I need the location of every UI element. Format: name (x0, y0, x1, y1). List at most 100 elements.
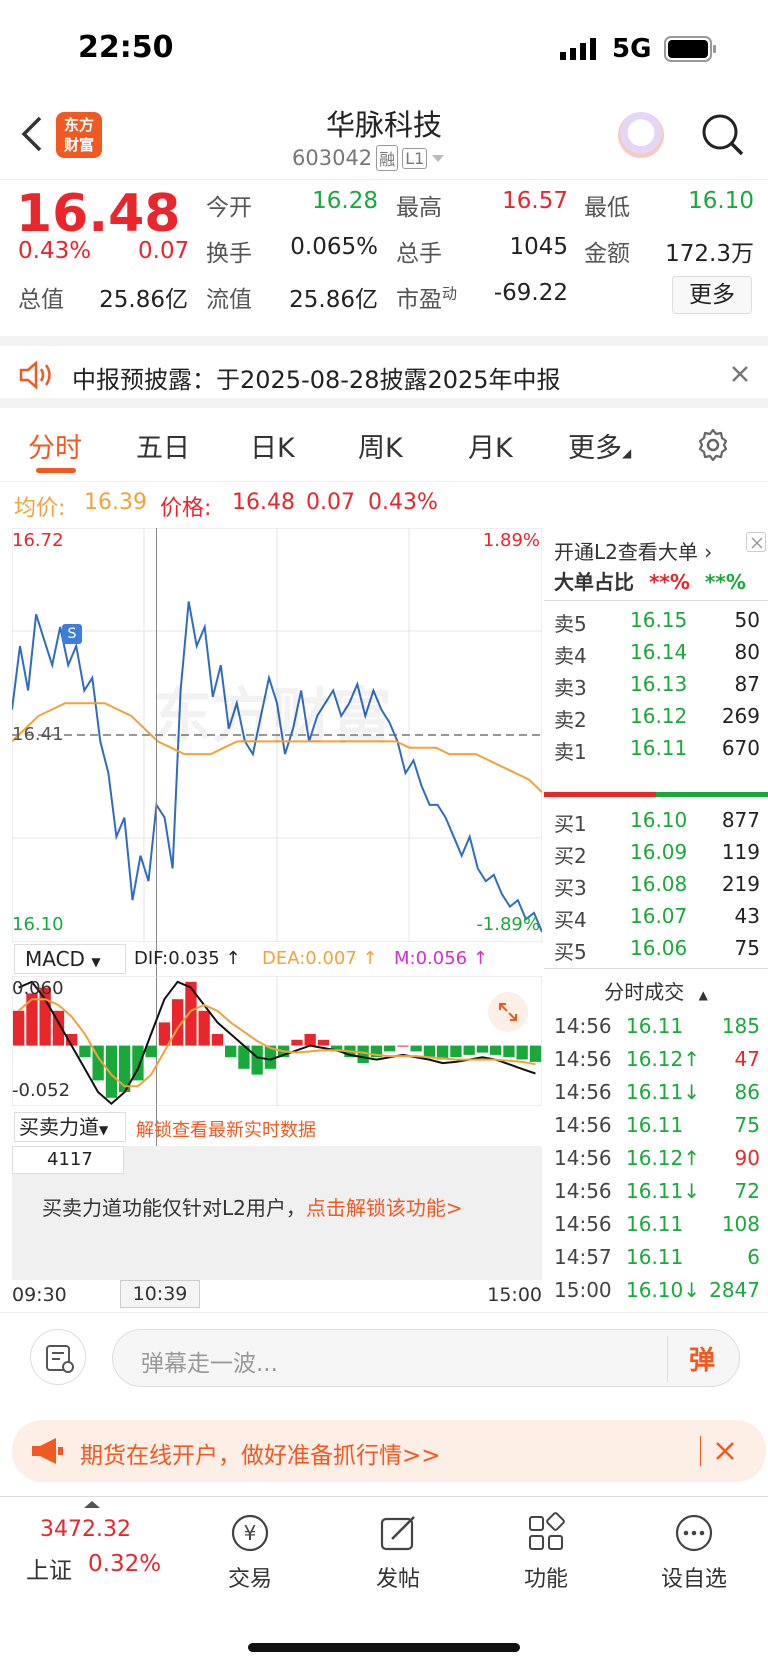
cursor-info: 均价: 16.39 价格: 16.48 0.07 0.43% (0, 484, 768, 524)
buy-label: 买4 (554, 908, 587, 932)
dea-value: DEA:0.007 ↑ (262, 948, 378, 969)
macd-select[interactable]: MACD ▼ (14, 944, 126, 974)
power-select[interactable]: 买卖力道▼ (14, 1112, 126, 1142)
danmu-input[interactable]: 弹幕走一波... 弹 (112, 1329, 740, 1387)
tick-price: 16.12↑ (626, 1146, 701, 1170)
order-book-divider-top (544, 600, 768, 601)
close-icon[interactable] (728, 362, 752, 386)
buy-price: 16.08 (630, 872, 688, 896)
sell-price: 16.14 (630, 640, 688, 664)
function-button[interactable]: 功能 (486, 1511, 606, 1593)
tick-volume: 90 (734, 1146, 760, 1170)
trade-button[interactable]: ¥ 交易 (190, 1511, 310, 1593)
tick-time: 14:56 (554, 1179, 612, 1203)
l2-title[interactable]: 开通L2查看大单 › (554, 536, 712, 565)
grid-icon (529, 1512, 565, 1550)
tab-monthly-k[interactable]: 月K (468, 426, 513, 465)
sell-label: 卖2 (554, 708, 587, 732)
tick-time: 15:00 (554, 1278, 612, 1302)
watchlist-button[interactable]: 设自选 (634, 1511, 754, 1593)
macd-histogram-bar (384, 1045, 396, 1052)
tick-row: 14:56 16.12↑ 90 (544, 1144, 768, 1176)
pe-label-text: 市盈 (396, 287, 442, 313)
dif-value: DIF:0.035 ↑ (134, 948, 241, 969)
megaphone-icon (30, 1436, 66, 1466)
buy-price: 16.10 (630, 808, 688, 832)
low-label: 最低 (584, 195, 630, 221)
macd-histogram-bar (503, 1045, 515, 1058)
macd-histogram-bar (13, 1010, 25, 1046)
intraday-chart[interactable]: 东方财富 16.72 1.89% 16.41 16.10 -1.89% S (11, 527, 543, 1288)
tick-row: 14:56 16.11 75 (544, 1111, 768, 1143)
signal-marker-icon[interactable]: S (62, 624, 82, 644)
tick-price: 16.11 (626, 1245, 684, 1269)
buy-row[interactable]: 买4 16.07 43 (544, 902, 768, 934)
index-widget[interactable]: 3472.32 上证 0.32% (20, 1497, 180, 1597)
tab-weekly-k[interactable]: 周K (358, 426, 403, 465)
sell-row[interactable]: 卖3 16.13 87 (544, 670, 768, 702)
buy-label: 买3 (554, 876, 587, 900)
macd-histogram-bar (225, 1045, 237, 1058)
tab-more[interactable]: 更多◢ (568, 426, 631, 465)
danmu-send-button[interactable]: 弹 (689, 1340, 715, 1377)
macd-chart[interactable]: 0.060 -0.052 (11, 975, 543, 1107)
post-label: 发帖 (375, 1567, 420, 1592)
macd-histogram-bar (198, 1010, 210, 1046)
time-start: 09:30 (12, 1284, 67, 1306)
sell-volume: 670 (721, 736, 760, 760)
sell-row[interactable]: 卖1 16.11 670 (544, 734, 768, 766)
stock-code-row[interactable]: 603042 融 L1 (292, 144, 445, 172)
tab-daily-k[interactable]: 日K (250, 426, 295, 465)
unlock-hint[interactable]: 解锁查看最新实时数据 (136, 1116, 316, 1142)
change-amount: 0.07 (138, 238, 190, 264)
ad-close-icon[interactable] (714, 1440, 736, 1462)
search-icon[interactable] (700, 110, 746, 160)
buy-row[interactable]: 买2 16.09 119 (544, 838, 768, 870)
active-tab-indicator (36, 468, 76, 473)
ad-banner[interactable]: 期货在线开户，做好准备抓行情>> (12, 1420, 766, 1482)
tab-five-day[interactable]: 五日 (136, 426, 190, 465)
trade-label: 交易 (227, 1567, 272, 1592)
danmu-settings-icon[interactable] (30, 1329, 86, 1385)
battery-icon (664, 36, 718, 62)
sell-volume: 50 (734, 608, 760, 632)
tick-price: 16.10↓ (626, 1278, 701, 1302)
m-value: M:0.056 ↑ (394, 948, 488, 969)
avg-label: 均价: (14, 496, 66, 521)
unlock-link[interactable]: 点击解锁该功能> (306, 1196, 463, 1220)
sell-row[interactable]: 卖5 16.15 50 (544, 606, 768, 638)
sell-volume: 269 (721, 704, 760, 728)
macd-histogram-bar (158, 1022, 171, 1046)
time-axis: 09:30 10:39 15:00 (12, 1280, 542, 1310)
sell-row[interactable]: 卖2 16.12 269 (544, 702, 768, 734)
robot-avatar-icon[interactable] (618, 112, 664, 158)
tick-price: 16.11 (626, 1212, 684, 1236)
ticks-header[interactable]: 分时成交 ▲ (544, 976, 768, 1005)
post-button[interactable]: 发帖 (338, 1511, 458, 1593)
power-caret-icon: ▼ (99, 1123, 109, 1137)
macd-histogram-bar (410, 1045, 422, 1052)
tab-intraday[interactable]: 分时 (28, 426, 82, 465)
buy-row[interactable]: 买1 16.10 877 (544, 806, 768, 838)
settings-gear-icon[interactable] (696, 428, 730, 462)
avg-value: 16.39 (84, 490, 147, 515)
tick-row: 14:56 16.11↓ 86 (544, 1078, 768, 1110)
tick-row: 14:56 16.11↓ 72 (544, 1177, 768, 1209)
notice-banner[interactable]: 中报预披露：于2025-08-28披露2025年中报 (0, 336, 768, 408)
ticks-title: 分时成交 (604, 980, 685, 1004)
expand-icon[interactable] (488, 992, 528, 1032)
buy-row[interactable]: 买3 16.08 219 (544, 870, 768, 902)
watchlist-label: 设自选 (660, 1567, 727, 1592)
sell-row[interactable]: 卖4 16.14 80 (544, 638, 768, 670)
macd-caret-icon: ▼ (91, 955, 101, 969)
volume-value: 1045 (509, 234, 568, 260)
more-button[interactable]: 更多 (672, 276, 752, 314)
buy-row[interactable]: 买5 16.06 75 (544, 934, 768, 966)
time-end: 15:00 (487, 1284, 542, 1306)
buy-price: 16.09 (630, 840, 688, 864)
power-label: 买卖力道 (19, 1115, 99, 1139)
more-caret-icon: ◢ (622, 446, 632, 460)
l2-close-icon[interactable] (746, 532, 766, 552)
change-percent: 0.43% (18, 238, 92, 264)
svg-text:¥: ¥ (244, 1521, 257, 1545)
